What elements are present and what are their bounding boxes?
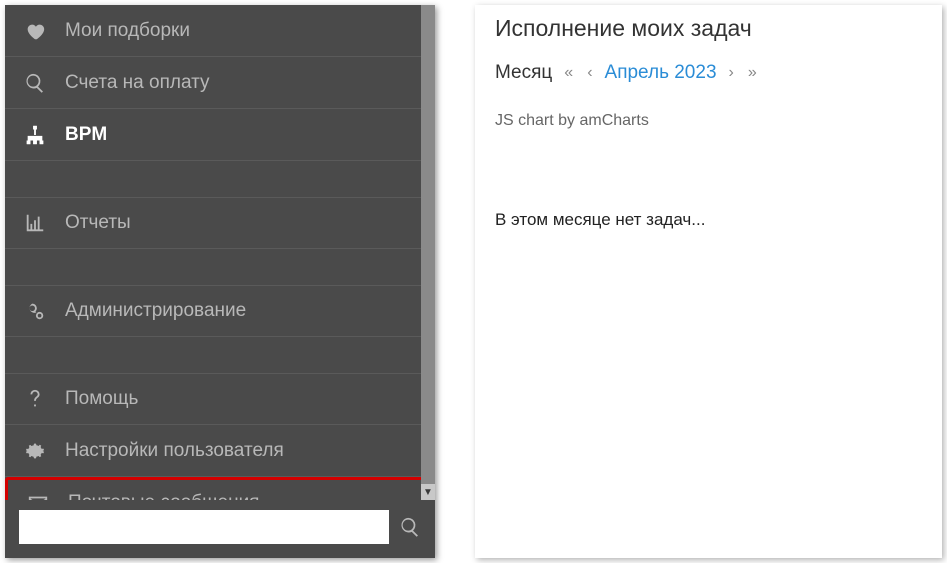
sidebar-item-help[interactable]: Помощь: [5, 373, 435, 425]
sidebar-search-row: [5, 500, 435, 558]
sidebar-item-admin[interactable]: Администрирование: [5, 285, 435, 337]
period-selector: Месяц « ‹ Апрель 2023 › »: [495, 62, 922, 84]
search-icon: [19, 72, 51, 94]
bar-chart-icon: [19, 212, 51, 234]
sidebar-item-invoices[interactable]: Счета на оплату: [5, 57, 435, 109]
sidebar-item-mail[interactable]: Почтовые сообщения: [5, 477, 435, 500]
sidebar-spacer: [5, 337, 435, 373]
scrollbar-down-arrow[interactable]: ▼: [421, 484, 435, 500]
period-last-button[interactable]: »: [746, 64, 759, 82]
gear-icon: [19, 440, 51, 462]
sidebar-search-input[interactable]: [19, 510, 389, 544]
sidebar-item-label: Отчеты: [65, 212, 131, 234]
period-label: Месяц: [495, 62, 552, 84]
empty-tasks-message: В этом месяце нет задач...: [495, 210, 922, 230]
sidebar-item-selections[interactable]: Мои подборки: [5, 5, 435, 57]
sidebar-item-label: Счета на оплату: [65, 72, 210, 94]
sitemap-icon: [19, 124, 51, 146]
sidebar-spacer: [5, 161, 435, 197]
sidebar-item-label: Администрирование: [65, 300, 246, 322]
sidebar-search-button[interactable]: [399, 516, 421, 538]
main-title: Исполнение моих задач: [495, 15, 922, 42]
sidebar-item-reports[interactable]: Отчеты: [5, 197, 435, 249]
cogs-icon: [19, 300, 51, 322]
chart-credit: JS chart by amCharts: [495, 112, 922, 130]
scrollbar-thumb[interactable]: [421, 5, 435, 484]
sidebar: Мои подборки Счета на оплату BPM Отчеты: [5, 5, 435, 558]
period-next-button[interactable]: ›: [727, 64, 736, 82]
envelope-icon: [22, 492, 54, 500]
sidebar-item-user-settings[interactable]: Настройки пользователя: [5, 425, 435, 477]
period-first-button[interactable]: «: [562, 64, 575, 82]
period-prev-button[interactable]: ‹: [585, 64, 594, 82]
sidebar-item-label: Помощь: [65, 388, 138, 410]
question-icon: [19, 388, 51, 410]
sidebar-item-bpm[interactable]: BPM: [5, 109, 435, 161]
sidebar-item-label: Настройки пользователя: [65, 440, 284, 462]
sidebar-scrollbar[interactable]: ▼: [421, 5, 435, 500]
sidebar-item-label: Почтовые сообщения: [68, 492, 259, 500]
heart-icon: [19, 20, 51, 42]
sidebar-spacer: [5, 249, 435, 285]
main-panel: Исполнение моих задач Месяц « ‹ Апрель 2…: [475, 5, 942, 558]
sidebar-item-label: BPM: [65, 124, 107, 146]
sidebar-item-label: Мои подборки: [65, 20, 190, 42]
period-current[interactable]: Апрель 2023: [605, 62, 717, 84]
